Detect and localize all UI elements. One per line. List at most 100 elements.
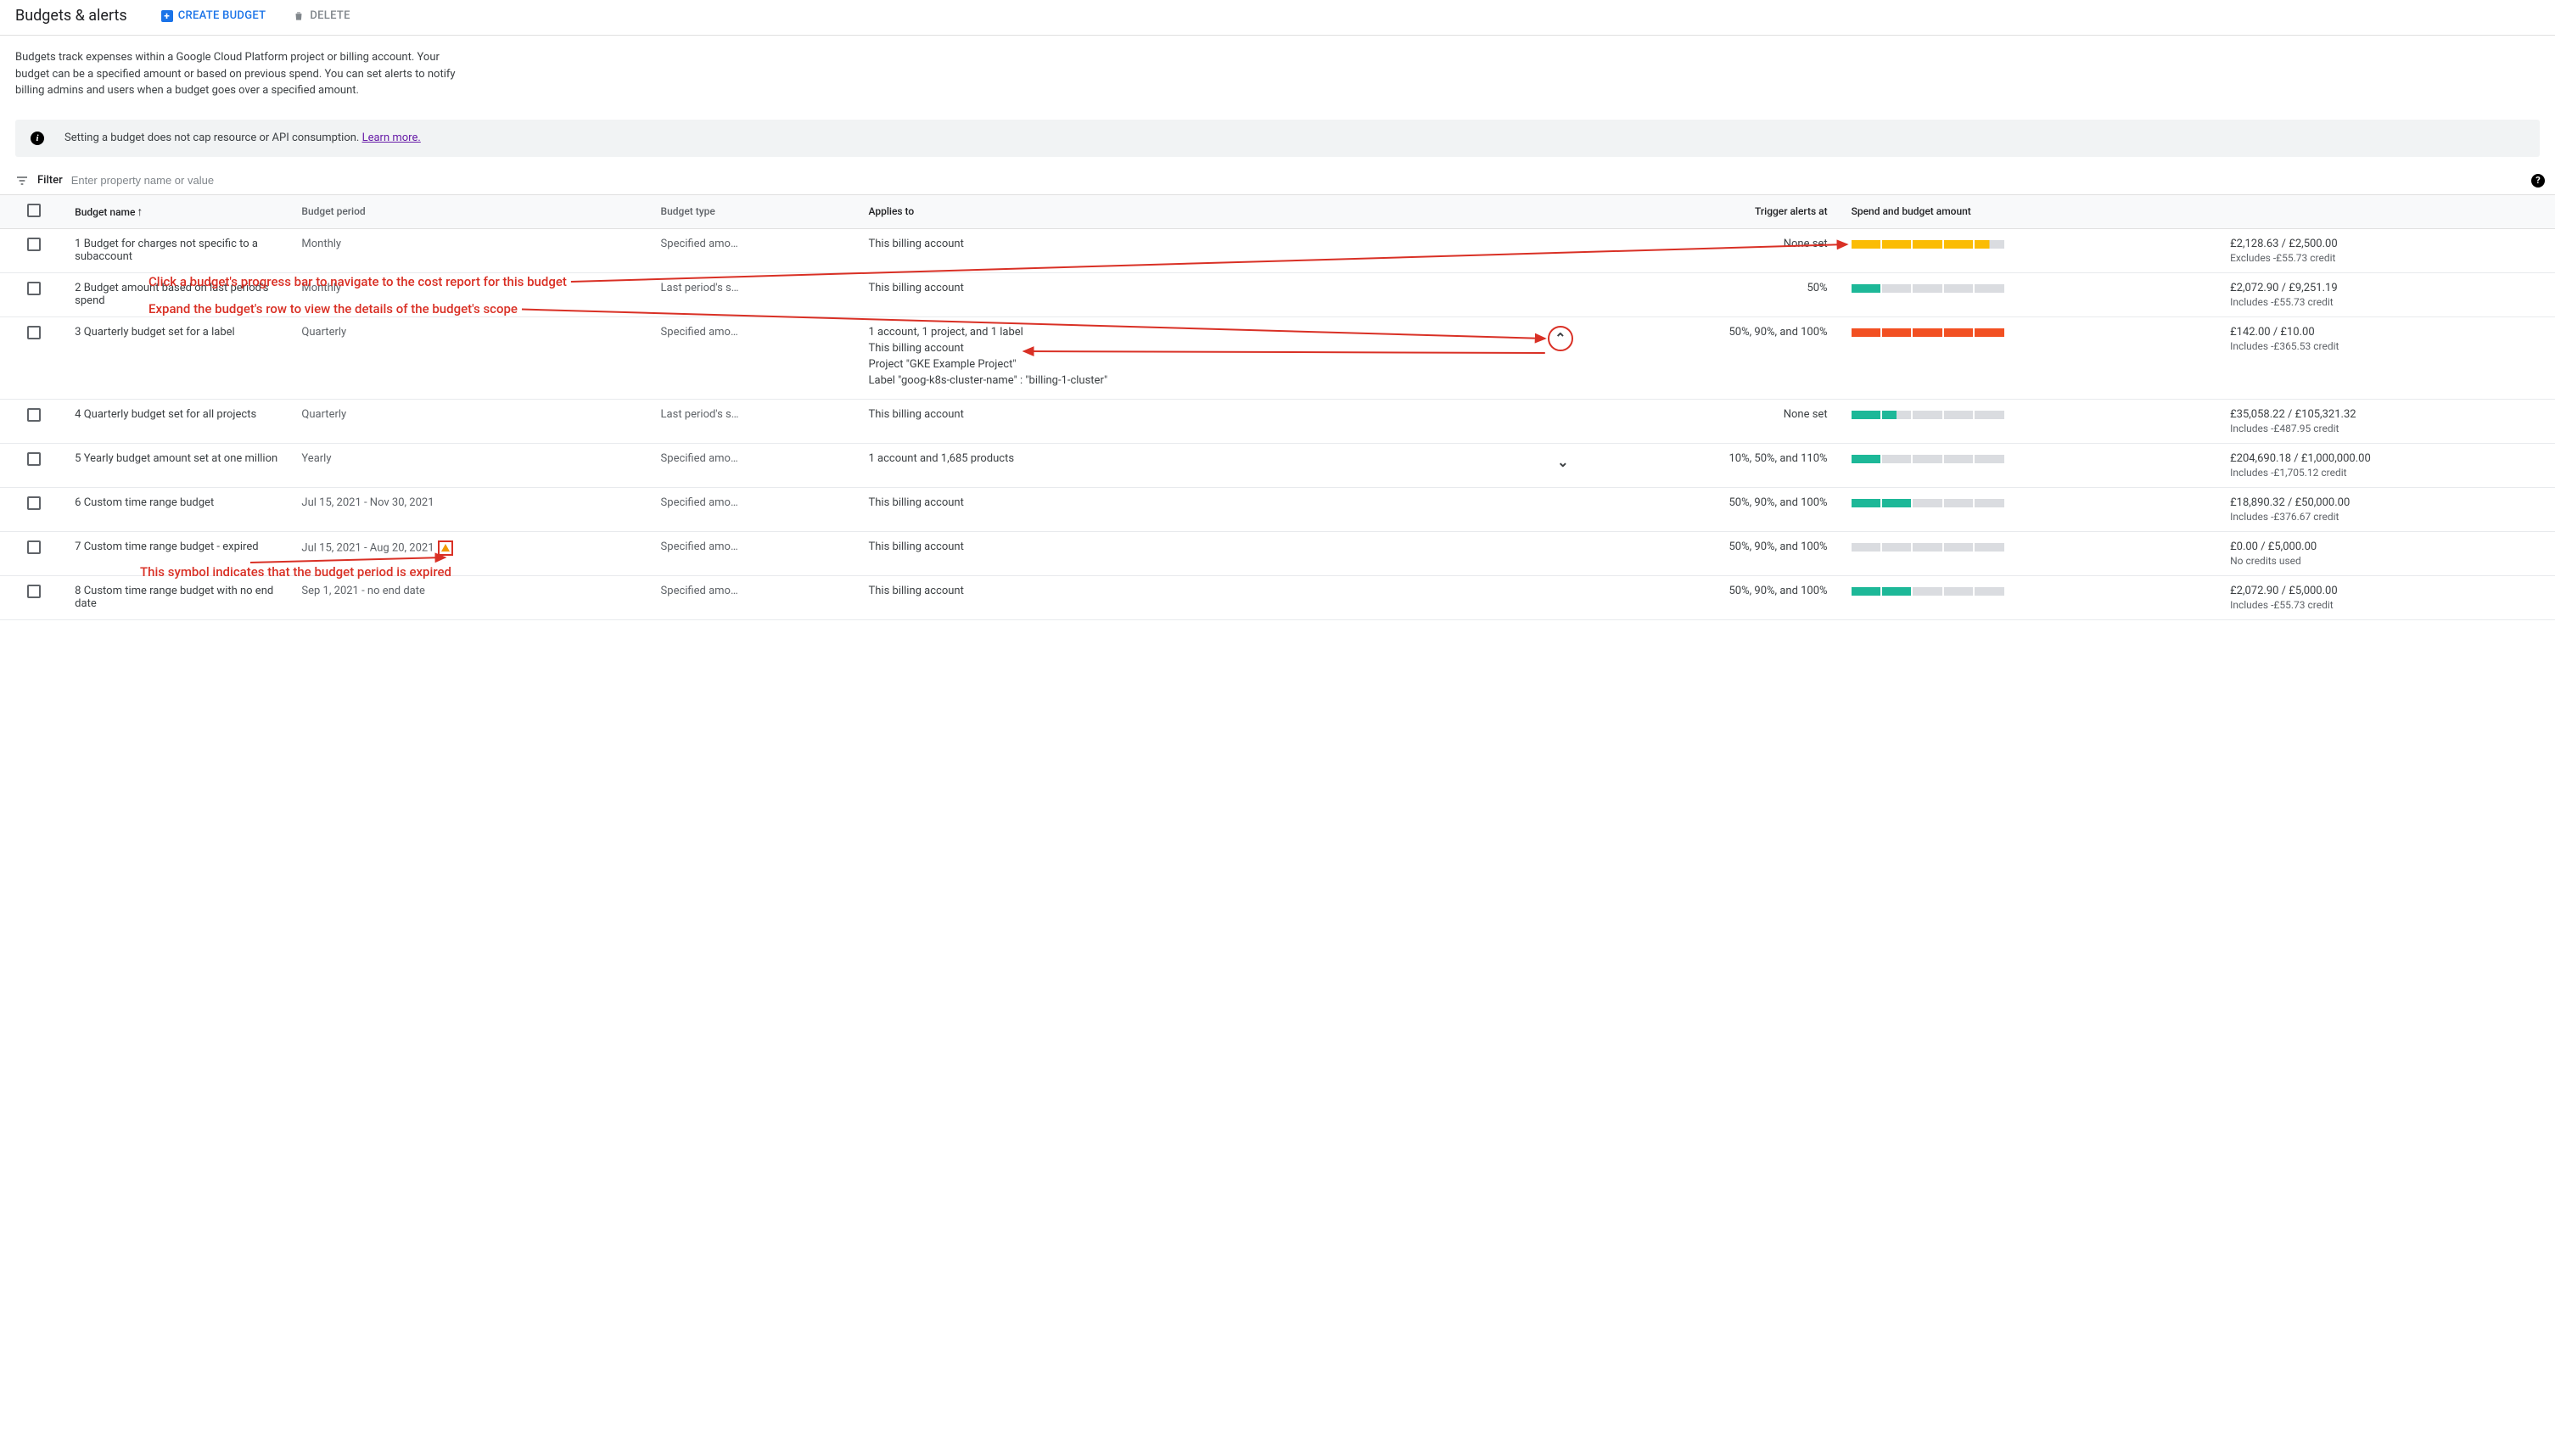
budget-type-cell: Specified amo… <box>654 443 862 487</box>
budget-name-cell[interactable]: 1 Budget for charges not specific to a s… <box>68 228 294 272</box>
budget-name-cell[interactable]: 3 Quarterly budget set for a label <box>68 316 294 399</box>
spend-cell <box>1845 487 2216 531</box>
table-row: 1 Budget for charges not specific to a s… <box>0 228 2555 272</box>
budget-type-cell: Specified amo… <box>654 228 862 272</box>
filter-label: Filter <box>37 174 63 187</box>
applies-to-cell: This billing account <box>862 228 1580 272</box>
budget-period-cell: Quarterly <box>294 399 653 443</box>
budget-period-cell: Quarterly <box>294 316 653 399</box>
amount-cell: £2,072.90 / £5,000.00Includes -£55.73 cr… <box>2215 575 2555 619</box>
spend-cell <box>1845 228 2216 272</box>
budget-name-cell[interactable]: 6 Custom time range budget <box>68 487 294 531</box>
budget-name-cell[interactable]: 4 Quarterly budget set for all projects <box>68 399 294 443</box>
amount-cell: £2,072.90 / £9,251.19Includes -£55.73 cr… <box>2215 272 2555 316</box>
filter-input[interactable] <box>71 174 2540 187</box>
delete-button[interactable]: DELETE <box>293 9 350 22</box>
spend-cell <box>1845 531 2216 575</box>
trigger-alerts-cell: 50%, 90%, and 100% <box>1580 575 1845 619</box>
budget-type-cell: Last period's s… <box>654 399 862 443</box>
info-banner-text: Setting a budget does not cap resource o… <box>64 132 362 144</box>
row-checkbox[interactable] <box>27 238 41 251</box>
row-checkbox[interactable] <box>27 452 41 466</box>
page-title: Budgets & alerts <box>15 7 127 25</box>
plus-icon: + <box>161 10 173 22</box>
trigger-alerts-cell: 50% <box>1580 272 1845 316</box>
spend-cell <box>1845 399 2216 443</box>
trash-icon <box>293 10 305 22</box>
row-checkbox[interactable] <box>27 496 41 510</box>
budget-name-cell[interactable]: 5 Yearly budget amount set at one millio… <box>68 443 294 487</box>
row-checkbox[interactable] <box>27 282 41 295</box>
budget-name-cell[interactable]: 8 Custom time range budget with no end d… <box>68 575 294 619</box>
applies-to-cell: This billing account <box>862 272 1580 316</box>
row-checkbox[interactable] <box>27 408 41 422</box>
col-period[interactable]: Budget period <box>294 194 653 228</box>
applies-to-cell: This billing account <box>862 575 1580 619</box>
trigger-alerts-cell: 10%, 50%, and 110% <box>1580 443 1845 487</box>
create-budget-label: CREATE BUDGET <box>178 9 266 22</box>
progress-bar[interactable] <box>1852 499 2004 507</box>
intro-text: Budgets track expenses within a Google C… <box>0 36 475 113</box>
budget-name-cell[interactable]: 2 Budget amount based on last period's s… <box>68 272 294 316</box>
progress-bar[interactable] <box>1852 328 2004 337</box>
info-icon: i <box>31 132 44 145</box>
budget-period-cell: Jul 15, 2021 - Aug 20, 2021 <box>294 531 653 575</box>
budget-period-cell: Yearly <box>294 443 653 487</box>
budget-period-cell: Monthly <box>294 272 653 316</box>
budget-type-cell: Specified amo… <box>654 487 862 531</box>
amount-cell: £0.00 / £5,000.00No credits used <box>2215 531 2555 575</box>
filter-icon <box>15 174 29 188</box>
budget-type-cell: Last period's s… <box>654 272 862 316</box>
delete-label: DELETE <box>310 9 350 22</box>
budget-type-cell: Specified amo… <box>654 316 862 399</box>
table-row: 5 Yearly budget amount set at one millio… <box>0 443 2555 487</box>
progress-bar[interactable] <box>1852 455 2004 463</box>
spend-cell <box>1845 443 2216 487</box>
progress-bar[interactable] <box>1852 587 2004 596</box>
budget-period-cell: Sep 1, 2021 - no end date <box>294 575 653 619</box>
amount-cell: £204,690.18 / £1,000,000.00Includes -£1,… <box>2215 443 2555 487</box>
table-row: 2 Budget amount based on last period's s… <box>0 272 2555 316</box>
trigger-alerts-cell: None set <box>1580 399 1845 443</box>
expand-row-button[interactable]: ⌃ <box>1548 326 1573 351</box>
table-row: 4 Quarterly budget set for all projectsQ… <box>0 399 2555 443</box>
info-banner: i Setting a budget does not cap resource… <box>15 120 2540 157</box>
amount-cell: £18,890.32 / £50,000.00Includes -£376.67… <box>2215 487 2555 531</box>
applies-to-cell: This billing account <box>862 531 1580 575</box>
table-row: 6 Custom time range budgetJul 15, 2021 -… <box>0 487 2555 531</box>
col-trigger[interactable]: Trigger alerts at <box>1580 194 1845 228</box>
applies-to-cell: This billing account <box>862 399 1580 443</box>
sort-asc-icon: ↑ <box>137 205 143 219</box>
budget-type-cell: Specified amo… <box>654 531 862 575</box>
learn-more-link[interactable]: Learn more. <box>362 132 421 144</box>
row-checkbox[interactable] <box>27 326 41 339</box>
row-checkbox[interactable] <box>27 540 41 554</box>
spend-cell <box>1845 316 2216 399</box>
applies-to-cell: This billing account <box>862 487 1580 531</box>
col-type[interactable]: Budget type <box>654 194 862 228</box>
applies-to-cell: 1 account, 1 project, and 1 labelThis bi… <box>862 316 1580 399</box>
progress-bar[interactable] <box>1852 411 2004 419</box>
table-row: 8 Custom time range budget with no end d… <box>0 575 2555 619</box>
spend-cell <box>1845 272 2216 316</box>
trigger-alerts-cell: None set <box>1580 228 1845 272</box>
col-spend[interactable]: Spend and budget amount <box>1845 194 2216 228</box>
amount-cell: £35,058.22 / £105,321.32Includes -£487.9… <box>2215 399 2555 443</box>
trigger-alerts-cell: 50%, 90%, and 100% <box>1580 487 1845 531</box>
progress-bar[interactable] <box>1852 543 2004 552</box>
amount-cell: £142.00 / £10.00Includes -£365.53 credit <box>2215 316 2555 399</box>
select-all-checkbox[interactable] <box>27 204 41 217</box>
progress-bar[interactable] <box>1852 284 2004 293</box>
row-checkbox[interactable] <box>27 585 41 598</box>
budgets-table: Budget name↑ Budget period Budget type A… <box>0 194 2555 620</box>
col-name[interactable]: Budget name↑ <box>68 194 294 228</box>
budget-period-cell: Monthly <box>294 228 653 272</box>
col-applies[interactable]: Applies to <box>862 194 1580 228</box>
applies-to-cell: 1 account and 1,685 products⌄ <box>862 443 1580 487</box>
create-budget-button[interactable]: + CREATE BUDGET <box>161 9 266 22</box>
expand-row-button[interactable]: ⌄ <box>1553 452 1573 473</box>
help-icon[interactable]: ? <box>2531 174 2545 188</box>
budget-period-cell: Jul 15, 2021 - Nov 30, 2021 <box>294 487 653 531</box>
budget-name-cell[interactable]: 7 Custom time range budget - expired <box>68 531 294 575</box>
progress-bar[interactable] <box>1852 240 2004 249</box>
